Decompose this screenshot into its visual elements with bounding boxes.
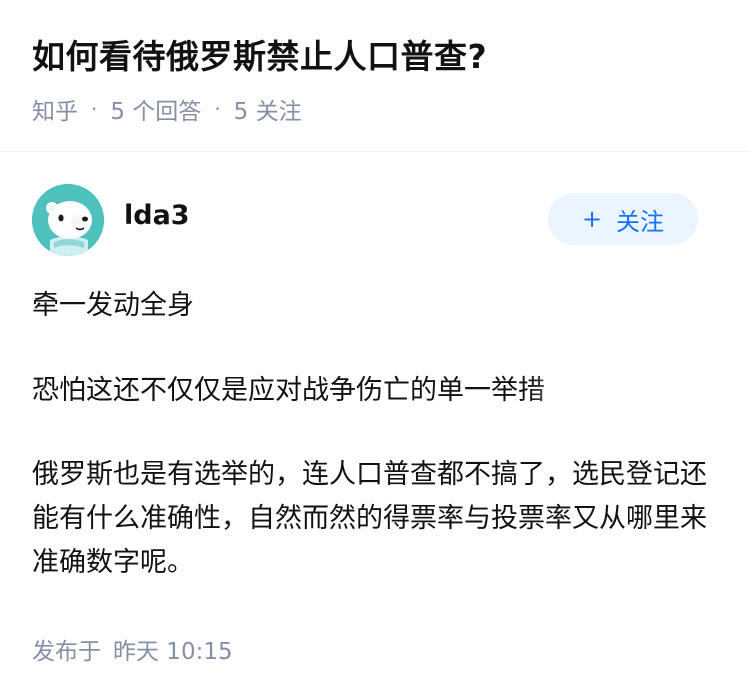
publish-prefix: 发布于: [32, 639, 101, 665]
meta-separator: ·: [214, 97, 221, 121]
source-label[interactable]: 知乎: [32, 92, 78, 126]
answer-count[interactable]: 5 个回答: [110, 92, 201, 126]
publish-timestamp: 昨天 10:15: [113, 639, 233, 665]
question-meta: 知乎 · 5 个回答 · 5 关注: [32, 92, 302, 126]
question-title[interactable]: 如何看待俄罗斯禁止人口普查?: [32, 30, 487, 78]
follow-button[interactable]: + 关注: [548, 193, 698, 245]
author-avatar[interactable]: [32, 184, 104, 256]
polar-bear-avatar-icon: [32, 184, 104, 256]
meta-separator: ·: [91, 97, 98, 121]
answer-paragraph: 俄罗斯也是有选举的，连人口普查都不搞了，选民登记还能有什么准确性，自然而然的得票…: [32, 459, 707, 578]
answer-paragraph: 恐怕这还不仅仅是应对战争伤亡的单一举措: [32, 375, 545, 406]
divider: [0, 151, 750, 152]
follower-count[interactable]: 5 关注: [234, 92, 302, 126]
publish-time: 发布于 昨天 10:15: [32, 632, 233, 666]
follow-label: 关注: [616, 207, 665, 236]
plus-icon: +: [581, 205, 603, 233]
answer-paragraph: 牵一发动全身: [32, 290, 194, 321]
author-name[interactable]: lda3: [124, 200, 190, 231]
